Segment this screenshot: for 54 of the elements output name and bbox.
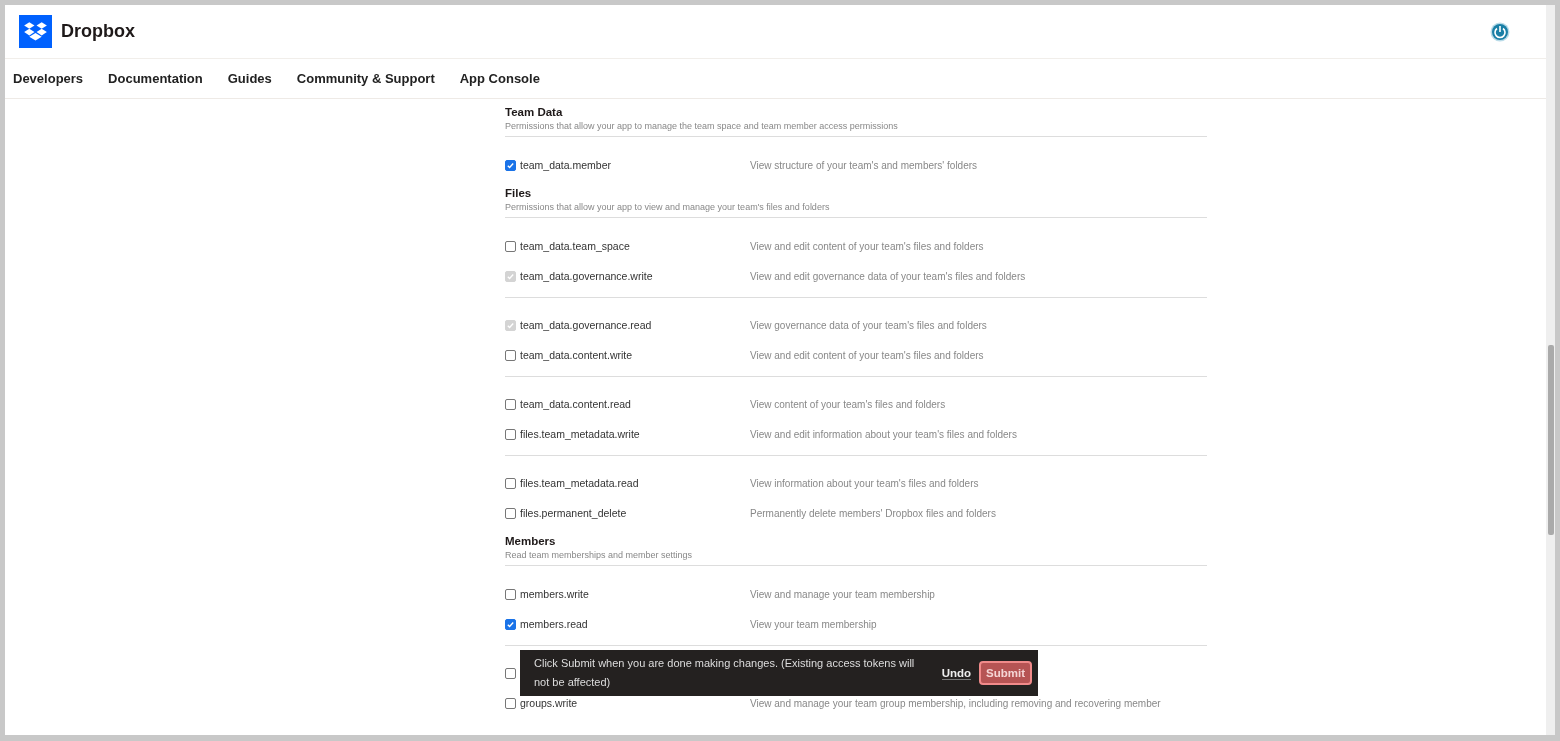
checkbox[interactable]: [505, 240, 516, 252]
scope-description: View content of your team's files and folders: [750, 398, 946, 410]
checkbox[interactable]: [505, 618, 516, 630]
scope-description: View and edit content of your team's files and folders: [750, 240, 984, 252]
scope-description: View and edit content of your team's files and folders: [750, 349, 984, 361]
section-title: Team Data: [505, 105, 564, 120]
scope-description: View and manage your team membership: [750, 588, 935, 600]
submit-button[interactable]: Submit: [979, 661, 1032, 685]
toast-message: Click Submit when you are done making changes. (Existing access tokens will not be affected): [534, 656, 916, 690]
dropbox-logo-icon[interactable]: [19, 15, 52, 48]
checkbox[interactable]: [505, 398, 516, 410]
scope-name: files.permanent_delete: [520, 507, 627, 519]
section-subtitle: Permissions that allow your app to manage the team space and team member access permissions: [505, 120, 1207, 137]
scope-description: View and manage your team group membership, including removing and recovering member: [750, 697, 1161, 709]
section-title: Members: [505, 534, 557, 549]
scope-name: team_data.governance.write: [520, 270, 653, 282]
scope-name: files.team_metadata.write: [520, 428, 640, 440]
scope-name: files.team_metadata.read: [520, 477, 639, 489]
scope-name: groups.write: [520, 697, 578, 709]
power-icon[interactable]: [1490, 21, 1510, 42]
checkbox[interactable]: [505, 349, 516, 361]
section-title: Files: [505, 186, 533, 201]
scroll-thumb[interactable]: [1548, 345, 1554, 535]
nav-link[interactable]: Documentation: [108, 71, 203, 86]
scope-name: team_data.content.write: [520, 349, 633, 361]
section-subtitle: Permissions that allow your app to view and manage your team's files and folders: [505, 201, 1207, 218]
checkbox[interactable]: [505, 477, 516, 489]
scope-description: View governance data of your team's files and folders: [750, 319, 987, 331]
scope-description: Permanently delete members' Dropbox files and folders: [750, 507, 996, 519]
checkbox[interactable]: [505, 588, 516, 600]
checkbox[interactable]: [505, 159, 516, 171]
nav-link[interactable]: Developers: [13, 71, 84, 86]
scope-name: members.write: [520, 588, 589, 600]
checkbox[interactable]: [505, 428, 516, 440]
checkbox[interactable]: [505, 697, 516, 709]
nav-link[interactable]: Guides: [227, 71, 272, 86]
checkbox[interactable]: [505, 507, 516, 519]
nav-link[interactable]: Community & Support: [296, 71, 435, 86]
scope-name: team_data.governance.read: [520, 319, 652, 331]
brand-name: Dropbox: [61, 21, 135, 42]
scope-name: team_data.team_space: [520, 240, 630, 252]
scope-name: team_data.content.read: [520, 398, 631, 410]
nav-link[interactable]: App Console: [459, 71, 540, 86]
scrollbar[interactable]: [1546, 5, 1555, 735]
undo-link[interactable]: Undo: [941, 666, 971, 680]
scope-description: View and edit information about your team's files and folders: [750, 428, 1017, 440]
section-subtitle: Read team memberships and member settings: [505, 549, 1207, 566]
scope-description: View your team membership: [750, 618, 877, 630]
scope-name: team_data.member: [520, 159, 612, 171]
scope-description: View and edit governance data of your team's files and folders: [750, 270, 1026, 282]
scope-description: View information about your team's files and folders: [750, 477, 979, 489]
scope-description: View structure of your team's and members' folders: [750, 159, 978, 171]
checkbox[interactable]: [505, 667, 516, 679]
scope-name: members.read: [520, 618, 588, 630]
